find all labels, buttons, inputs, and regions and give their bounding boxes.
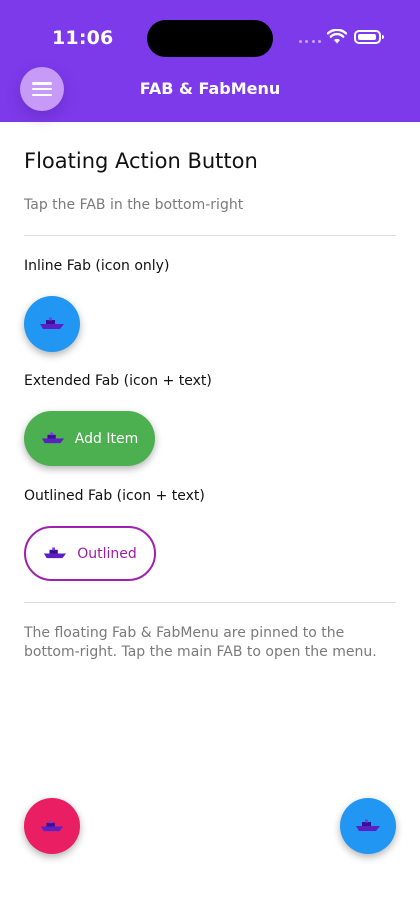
wifi-icon: [327, 29, 347, 44]
ship-icon: [40, 820, 64, 831]
dynamic-island: [147, 20, 273, 57]
inline-fab-button[interactable]: [24, 296, 80, 352]
app-bar: 11:06 FAB & FabMenu: [0, 0, 420, 122]
section-label-extended-fab: Extended Fab (icon + text): [24, 373, 212, 389]
divider: [24, 235, 396, 236]
outlined-fab-label: Outlined: [77, 545, 137, 562]
footer-note: The floating Fab & FabMenu are pinned to…: [24, 625, 377, 660]
outlined-fab-button[interactable]: Outlined: [24, 526, 156, 581]
ship-icon: [44, 547, 67, 559]
battery-icon: [354, 30, 384, 44]
extended-fab-button[interactable]: Add Item: [24, 411, 155, 466]
page-subtitle: Tap the FAB in the bottom-right: [24, 197, 244, 213]
floating-fab-left[interactable]: [24, 798, 80, 854]
ship-icon: [40, 317, 64, 329]
status-time: 11:06: [52, 27, 114, 49]
ship-icon: [41, 432, 64, 444]
page-title: Floating Action Button: [24, 149, 258, 173]
app-title: FAB & FabMenu: [139, 79, 281, 98]
divider: [24, 602, 396, 603]
section-label-outlined-fab: Outlined Fab (icon + text): [24, 488, 205, 504]
cellular-signal-icon: [299, 40, 321, 44]
extended-fab-label: Add Item: [74, 430, 139, 447]
ship-icon: [356, 819, 380, 831]
floating-fab-menu-button[interactable]: [340, 798, 396, 854]
section-label-inline-fab: Inline Fab (icon only): [24, 258, 170, 274]
